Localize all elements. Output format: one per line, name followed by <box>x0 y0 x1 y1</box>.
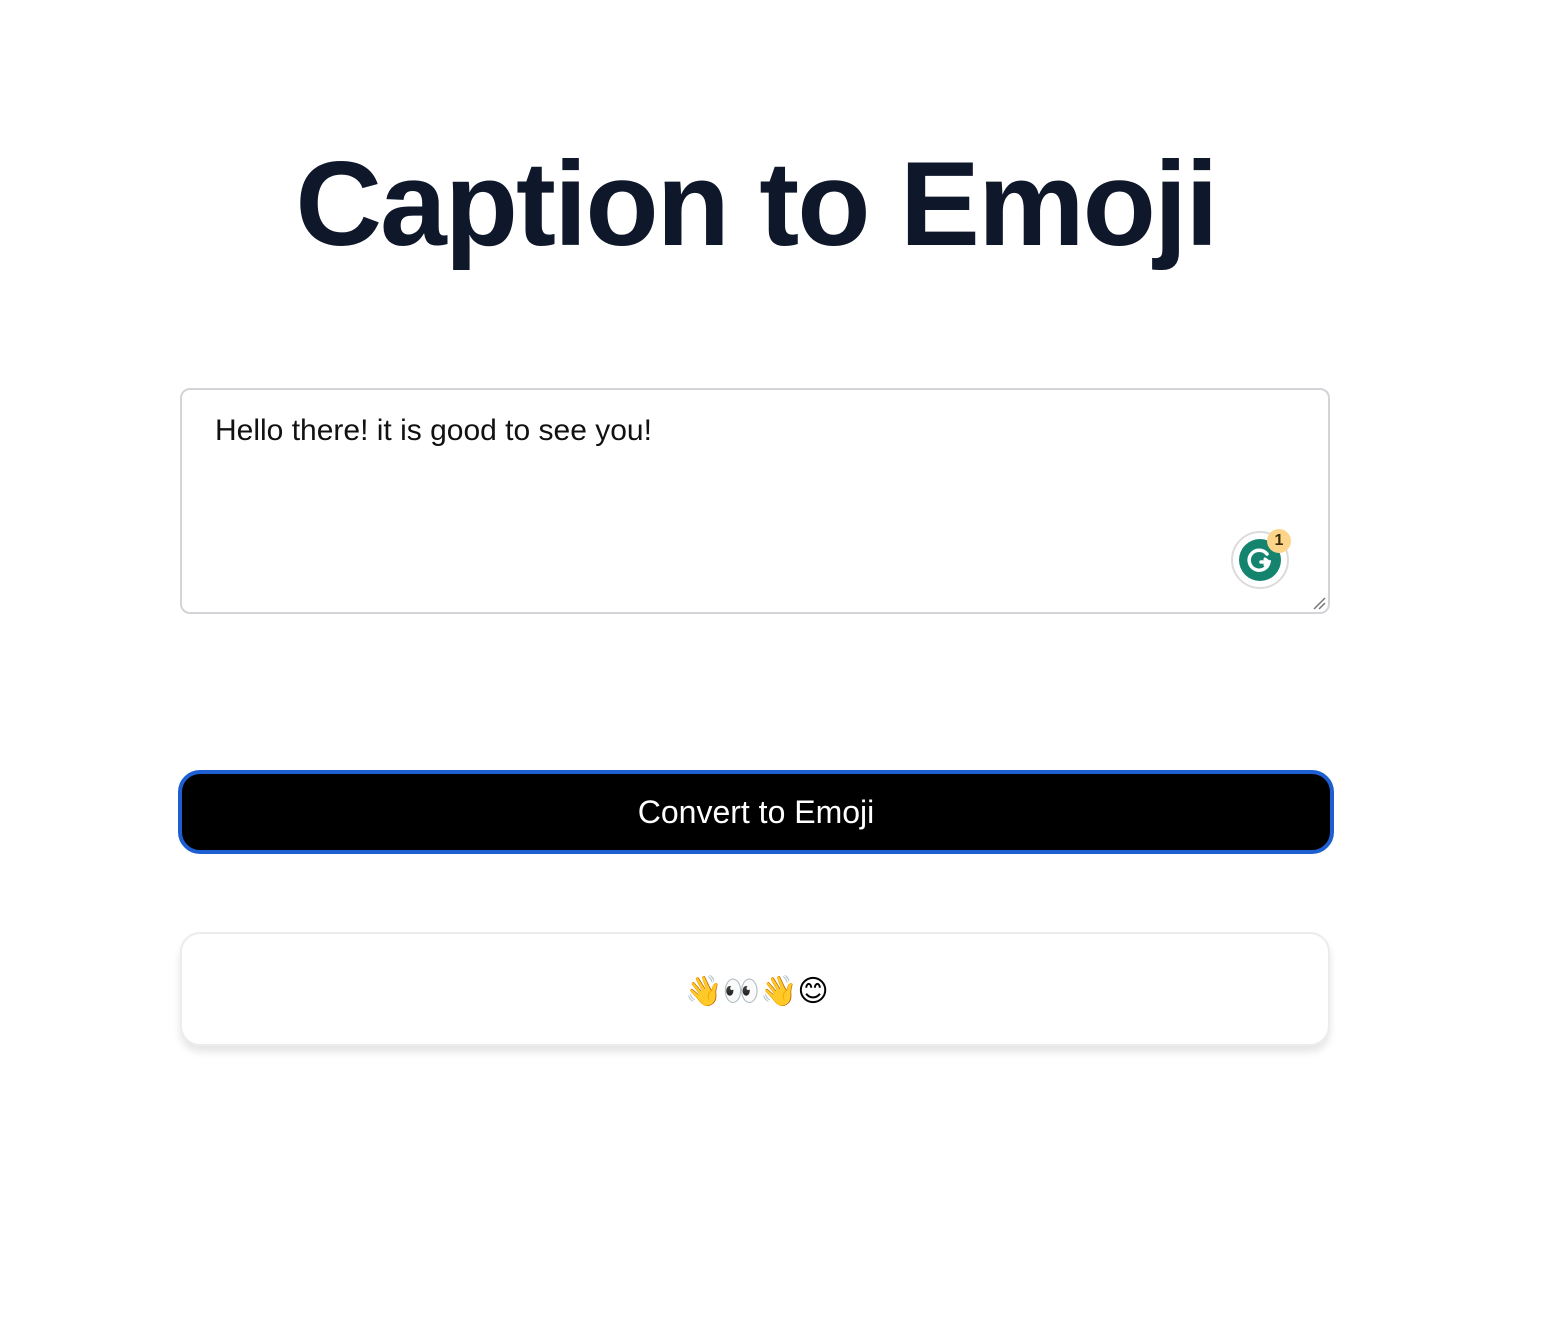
emoji-output: 👋👀👋😊 <box>685 975 829 1008</box>
page-title: Caption to Emoji <box>295 137 1218 271</box>
page: Caption to Emoji Hello there! it is good… <box>0 0 1560 1328</box>
grammarly-badge: 1 <box>1267 529 1291 553</box>
resize-handle-icon[interactable] <box>1312 596 1326 610</box>
convert-to-emoji-button[interactable]: Convert to Emoji <box>178 770 1334 854</box>
grammarly-button[interactable]: 1 <box>1231 529 1291 589</box>
caption-input[interactable]: Hello there! it is good to see you! 1 <box>180 388 1330 614</box>
emoji-output-card: 👋👀👋😊 <box>180 932 1330 1046</box>
caption-input-text[interactable]: Hello there! it is good to see you! <box>215 414 652 448</box>
